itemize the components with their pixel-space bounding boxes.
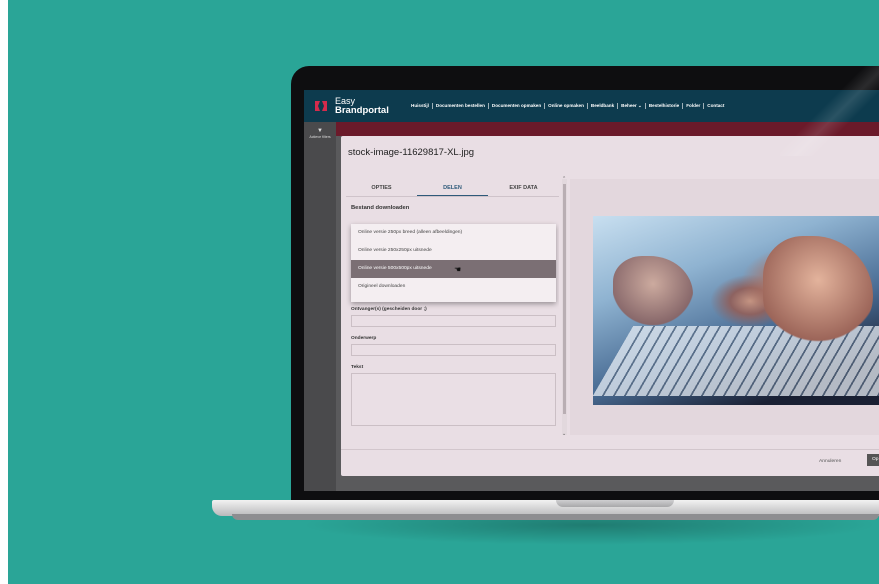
nav-item-beheer[interactable]: Beheer ⌄ (618, 103, 646, 109)
nav-item-documenten-opmaken[interactable]: Documenten opmaken (489, 103, 546, 109)
brand-logo-icon (315, 101, 327, 111)
subject-field[interactable] (351, 344, 556, 356)
laptop-base-bottom (232, 514, 879, 520)
nav-item-contact[interactable]: Contact (704, 103, 727, 109)
chevron-down-icon: ⌄ (638, 103, 642, 108)
page-border (0, 0, 8, 584)
sidebar: ▼ Actieve filters (304, 122, 336, 491)
scroll-up-icon[interactable]: ⌃ (562, 176, 566, 182)
preview-photo (593, 216, 879, 405)
nav-item-huisstijl[interactable]: Huisstijl (408, 103, 433, 109)
filter-icon[interactable]: ▼ (317, 128, 323, 134)
text-field[interactable] (351, 373, 556, 426)
modal-title: stock-image-11629817-XL.jpg (348, 147, 475, 158)
recipients-label: Ontvanger(s) (gescheiden door ;) (351, 307, 427, 312)
share-panel: Bestand downloaden Online versie 250px b… (346, 197, 559, 435)
main-menu: Huisstijl Documenten bestellen Documente… (408, 103, 727, 109)
confirm-button[interactable]: Op (867, 454, 879, 466)
logo-line-2: Brandportal (335, 105, 389, 116)
tab-opties[interactable]: OPTIES (346, 180, 417, 196)
nav-item-online-opmaken[interactable]: Online opmaken (545, 103, 588, 109)
photo-hand-left (613, 256, 693, 326)
tab-exif-data[interactable]: EXIF DATA (488, 180, 559, 196)
brand-logo[interactable]: Easy Brandportal (335, 97, 389, 116)
footer-divider (341, 449, 879, 450)
dropdown-option[interactable]: Online versie 250px breed (alleen afbeel… (351, 224, 556, 242)
tab-delen[interactable]: DELEN (417, 180, 488, 196)
modal-tabs: OPTIES DELEN EXIF DATA (346, 180, 559, 197)
subject-label: Onderwerp (351, 336, 377, 341)
filter-label[interactable]: Actieve filters (306, 135, 334, 139)
scrollbar-thumb[interactable] (563, 184, 566, 414)
text-label: Tekst (351, 365, 364, 370)
cancel-button[interactable]: Annuleren (819, 459, 841, 464)
dropdown-option[interactable]: Origineel downloaden (351, 278, 556, 296)
accent-bar (336, 122, 879, 136)
nav-item-beheer-label: Beheer (621, 103, 637, 108)
dropdown-option[interactable]: Online versie 250x250px uitsnede (351, 242, 556, 260)
section-title: Bestand downloaden (351, 205, 410, 211)
scroll-down-icon[interactable]: ⌄ (562, 431, 566, 437)
nav-item-beeldbank[interactable]: Beeldbank (588, 103, 619, 109)
nav-item-bestelhistorie[interactable]: Bestelhistorie (646, 103, 684, 109)
photo-hand-right (763, 236, 873, 346)
top-navigation: Easy Brandportal Huisstijl Documenten be… (304, 90, 879, 122)
format-dropdown[interactable]: Online versie 250px breed (alleen afbeel… (351, 224, 556, 302)
nav-item-documenten-bestellen[interactable]: Documenten bestellen (433, 103, 489, 109)
laptop-notch (556, 500, 674, 507)
recipients-field[interactable] (351, 315, 556, 327)
nav-item-folder[interactable]: Folder (683, 103, 705, 109)
hand-cursor-icon: ☚ (454, 265, 462, 274)
